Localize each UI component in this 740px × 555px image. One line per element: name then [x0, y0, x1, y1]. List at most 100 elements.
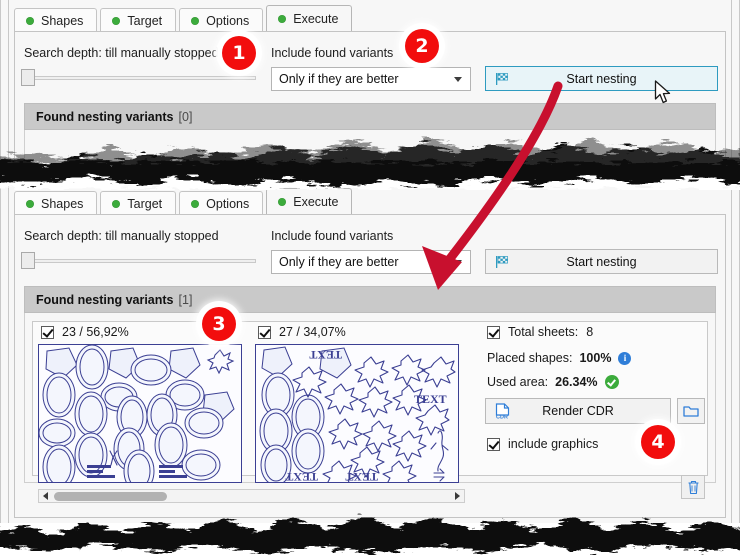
include-variants-label-top: Include found variants — [271, 46, 394, 60]
success-check-icon — [604, 375, 619, 389]
tab-label: Shapes — [41, 13, 84, 28]
checkered-flag-icon — [495, 72, 510, 86]
button-label: Start nesting — [566, 254, 637, 269]
tab-options[interactable]: Options — [179, 8, 264, 32]
slider-knob[interactable] — [21, 69, 35, 86]
tab-execute[interactable]: Execute — [266, 5, 353, 32]
chevron-down-icon — [454, 77, 462, 82]
scroll-left-arrow[interactable] — [39, 490, 52, 502]
include-variants-label-bottom: Include found variants — [271, 229, 394, 243]
start-nesting-button-top[interactable]: Start nesting — [485, 66, 718, 91]
total-sheets-label: Total sheets: — [508, 325, 579, 339]
search-depth-label-top: Search depth: till manually stopped — [24, 46, 219, 60]
annotation-badge-1: 1 — [222, 36, 256, 70]
start-nesting-button-bottom[interactable]: Start nesting — [485, 249, 718, 274]
group-count: [0] — [178, 109, 193, 124]
variant-label: 23 / 56,92% — [62, 325, 129, 339]
status-dot-icon — [26, 16, 34, 25]
button-label: Start nesting — [566, 71, 637, 86]
slider-track — [31, 259, 256, 263]
status-dot-icon — [112, 199, 121, 208]
status-dot-icon — [191, 199, 200, 208]
variant-checkbox-row-1[interactable]: 23 / 56,92% — [41, 325, 129, 339]
svg-text:TEXT: TEXT — [345, 470, 378, 483]
chevron-down-icon — [454, 260, 462, 265]
select-value: Only if they are better — [279, 72, 399, 86]
panel-edge-inner-left — [8, 183, 9, 523]
annotation-badge-4: 4 — [641, 425, 675, 459]
render-cdr-button[interactable]: CDR Render CDR — [485, 398, 671, 424]
status-dot-icon — [278, 198, 287, 206]
tab-strip-bottom: Shapes Target Options Execute — [14, 188, 355, 215]
used-area-row: Used area: 26.34% — [487, 375, 619, 389]
total-sheets-row[interactable]: Total sheets: 8 — [487, 325, 593, 339]
annotation-badge-2: 2 — [405, 29, 439, 63]
status-dot-icon — [26, 199, 34, 208]
info-icon[interactable]: i — [618, 351, 632, 365]
placed-shapes-value: 100% — [579, 351, 612, 365]
folder-icon — [682, 406, 699, 417]
include-variants-select-bottom[interactable]: Only if they are better — [271, 250, 471, 274]
tab-strip-top: Shapes Target Options Execute — [14, 5, 355, 32]
mouse-cursor — [654, 80, 671, 104]
select-value: Only if they are better — [279, 255, 399, 269]
placed-shapes-label: Placed shapes: — [487, 351, 573, 365]
tab-target[interactable]: Target — [100, 191, 177, 215]
used-area-label: Used area: — [487, 375, 549, 389]
tab-target[interactable]: Target — [100, 8, 177, 32]
panel-edge-left — [0, 183, 1, 523]
delete-variant-button[interactable] — [681, 475, 705, 499]
variant-checkbox-row-2[interactable]: 27 / 34,07% — [258, 325, 346, 339]
found-variants-body-top — [24, 130, 716, 172]
search-depth-label-bottom: Search depth: till manually stopped — [24, 229, 219, 243]
tab-label: Options — [206, 196, 250, 211]
svg-text:TEXT: TEXT — [285, 470, 318, 483]
tab-shapes[interactable]: Shapes — [14, 8, 98, 32]
found-variants-header-top: Found nesting variants [0] — [24, 103, 716, 130]
cdr-file-icon: CDR — [495, 403, 511, 420]
group-title: Found nesting variants — [36, 292, 174, 307]
variants-horizontal-scrollbar[interactable] — [38, 489, 465, 503]
search-depth-slider-top[interactable] — [21, 68, 256, 86]
nesting-panel-after: Shapes Target Options Execute Search dep… — [0, 183, 740, 523]
tab-label: Options — [206, 13, 250, 28]
scroll-right-arrow[interactable] — [451, 490, 464, 502]
include-graphics-row[interactable]: include graphics — [487, 437, 598, 451]
panel-edge-inner-right — [731, 183, 732, 523]
checkbox-icon[interactable] — [487, 437, 500, 451]
nesting-preview-2[interactable]: TEXT TEXT TEXT TEXT — [255, 344, 459, 483]
trash-icon — [688, 480, 698, 494]
svg-text:TEXT: TEXT — [309, 348, 342, 362]
status-dot-icon — [112, 16, 121, 25]
checkered-flag-icon — [495, 255, 510, 269]
nesting-preview-1[interactable] — [38, 344, 242, 483]
group-count: [1] — [178, 292, 193, 307]
tab-label: Target — [127, 13, 163, 28]
status-dot-icon — [191, 16, 200, 25]
used-area-value: 26.34% — [555, 375, 598, 389]
status-dot-icon — [278, 15, 287, 23]
app-screenshot: Shapes Target Options Execute Search dep… — [0, 0, 740, 555]
checkbox-icon[interactable] — [258, 325, 271, 339]
tab-label: Target — [127, 196, 163, 211]
include-graphics-label: include graphics — [508, 437, 599, 451]
placed-shapes-row: Placed shapes: 100% i — [487, 351, 632, 365]
svg-text:CDR: CDR — [496, 415, 508, 420]
annotation-badge-3: 3 — [202, 307, 236, 341]
scrollbar-thumb[interactable] — [54, 491, 167, 501]
tab-execute[interactable]: Execute — [266, 188, 353, 215]
panel-edge-inner-left — [8, 0, 9, 178]
tab-options[interactable]: Options — [179, 191, 264, 215]
tab-label: Shapes — [41, 196, 84, 211]
search-depth-slider-bottom[interactable] — [21, 251, 256, 269]
nesting-panel-before: Shapes Target Options Execute Search dep… — [0, 0, 740, 178]
slider-knob[interactable] — [21, 252, 35, 269]
slider-track — [31, 76, 256, 80]
open-folder-button[interactable] — [677, 398, 705, 424]
found-variants-header-bottom: Found nesting variants [1] — [24, 286, 716, 313]
checkbox-icon[interactable] — [41, 325, 54, 339]
checkbox-icon[interactable] — [487, 325, 500, 339]
tab-shapes[interactable]: Shapes — [14, 191, 98, 215]
include-variants-select-top[interactable]: Only if they are better — [271, 67, 471, 91]
button-label: Render CDR — [542, 404, 614, 418]
